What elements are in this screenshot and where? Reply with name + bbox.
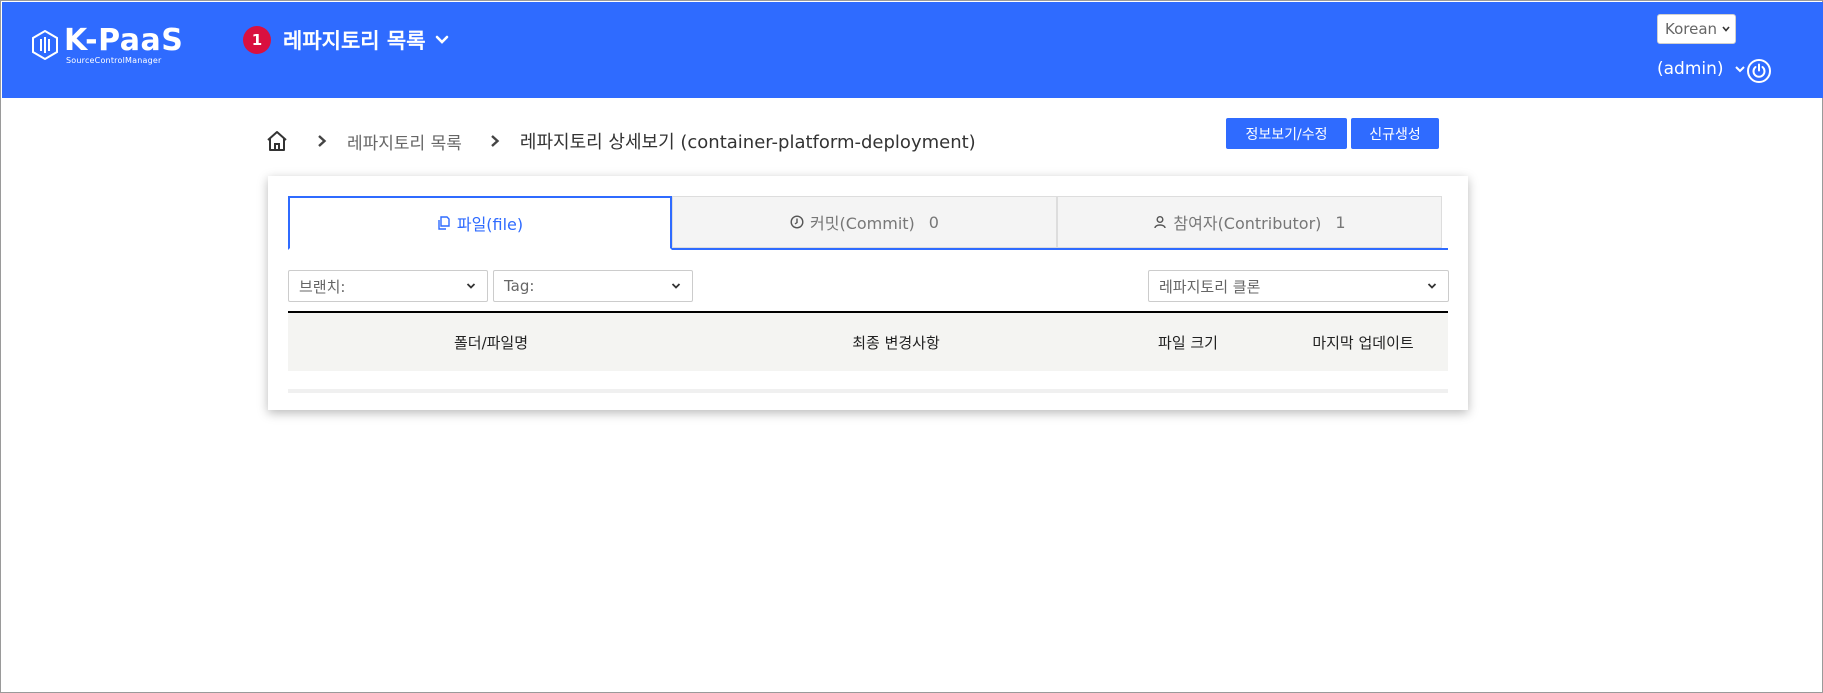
chevron-down-icon	[1722, 26, 1730, 32]
chevron-down-icon	[671, 283, 681, 289]
info-edit-button[interactable]: 정보보기/수정	[1226, 118, 1347, 149]
language-select[interactable]: Korean	[1657, 14, 1736, 44]
menu-title: 레파지토리 목록	[283, 29, 426, 53]
tab-file[interactable]: 파일(file)	[288, 196, 672, 250]
chevron-right-icon	[491, 135, 500, 147]
tag-select[interactable]: Tag:	[493, 270, 693, 302]
repository-detail-card: 파일(file) 커밋(Commit) 0 참여자(Contributor) 1	[268, 176, 1468, 410]
chevron-down-icon	[435, 35, 448, 44]
tab-contributor[interactable]: 참여자(Contributor) 1	[1057, 196, 1442, 248]
tab-label: 파일(file)	[456, 215, 524, 234]
clone-select-value: 레파지토리 클론	[1159, 277, 1261, 296]
tab-label: 커밋(Commit)	[810, 214, 915, 233]
count-badge: 1	[243, 26, 271, 54]
breadcrumb-current: 레파지토리 상세보기 (container-platform-deploymen…	[519, 132, 976, 153]
power-icon[interactable]	[1746, 58, 1772, 84]
tab-count: 0	[928, 212, 939, 232]
chevron-right-icon	[318, 135, 327, 147]
logo-icon	[32, 30, 58, 60]
breadcrumb-repository-list[interactable]: 레파지토리 목록	[347, 129, 462, 154]
tab-bar: 파일(file) 커밋(Commit) 0 참여자(Contributor) 1	[288, 196, 1448, 250]
chevron-down-icon	[1427, 283, 1437, 289]
language-value: Korean	[1665, 20, 1718, 38]
breadcrumb: 레파지토리 목록 레파지토리 상세보기 (container-platform-…	[265, 127, 976, 155]
create-new-button[interactable]: 신규생성	[1351, 118, 1439, 149]
logo[interactable]: K-PaaS SourceControlManager	[32, 26, 183, 66]
user-menu[interactable]: (admin)	[1657, 59, 1746, 79]
column-header-last-change: 최종 변경사항	[852, 333, 940, 352]
table-footer-divider	[288, 389, 1448, 393]
top-header: K-PaaS SourceControlManager 1 레파지토리 목록 K…	[2, 2, 1823, 98]
repository-menu[interactable]: 1 레파지토리 목록	[243, 25, 450, 55]
branch-select-value: 브랜치:	[299, 277, 346, 296]
tab-commit[interactable]: 커밋(Commit) 0	[672, 196, 1057, 248]
tab-label: 참여자(Contributor)	[1173, 214, 1322, 233]
home-icon[interactable]	[265, 129, 289, 153]
file-table: 폴더/파일명 최종 변경사항 파일 크기 마지막 업데이트	[288, 311, 1448, 393]
column-header-updated: 마지막 업데이트	[1312, 333, 1414, 352]
tab-count: 1	[1335, 212, 1346, 232]
app-frame: K-PaaS SourceControlManager 1 레파지토리 목록 K…	[0, 0, 1823, 693]
table-header: 폴더/파일명 최종 변경사항 파일 크기 마지막 업데이트	[288, 311, 1448, 371]
branch-select[interactable]: 브랜치:	[288, 270, 488, 302]
logo-title: K-PaaS	[64, 23, 184, 58]
file-copy-icon	[438, 216, 450, 230]
column-header-name: 폴더/파일명	[453, 333, 529, 352]
user-icon	[1154, 216, 1167, 229]
chevron-down-icon	[1734, 66, 1745, 73]
tag-select-value: Tag:	[504, 277, 535, 295]
column-header-size: 파일 크기	[1158, 333, 1218, 352]
repository-clone-select[interactable]: 레파지토리 클론	[1148, 270, 1449, 302]
user-name: (admin)	[1657, 59, 1724, 79]
chevron-down-icon	[466, 283, 476, 289]
clock-icon	[790, 215, 804, 229]
